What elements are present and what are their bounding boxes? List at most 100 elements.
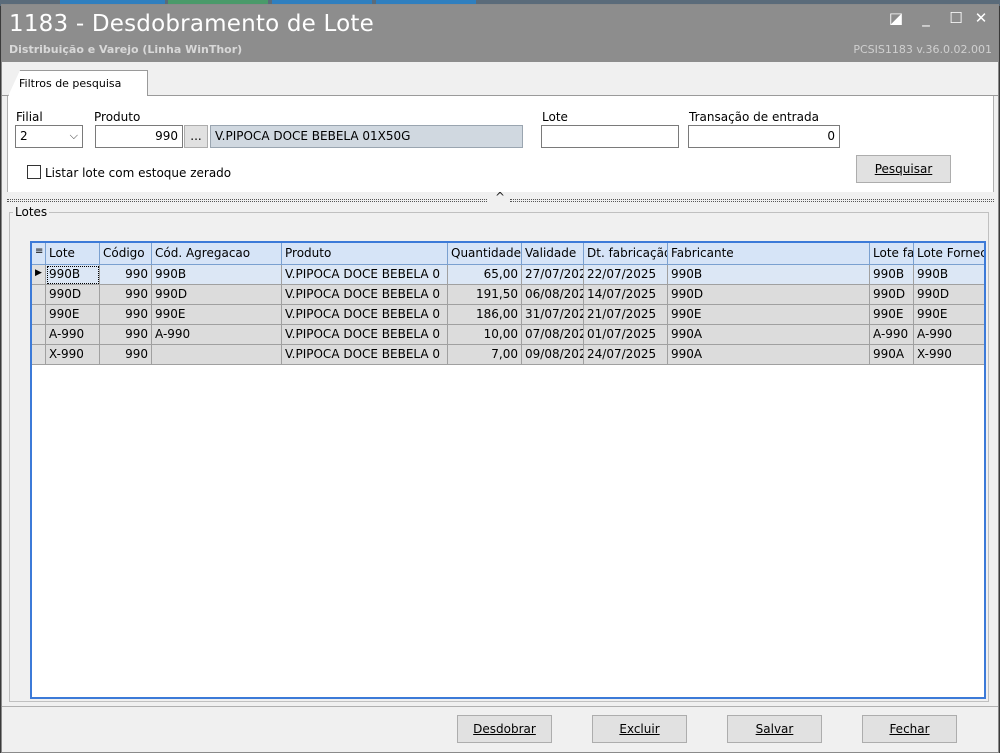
cell-codigo[interactable]: 990	[100, 305, 152, 325]
footer-bar: Desdobrar Excluir Salvar Fechar	[2, 706, 998, 752]
produto-label: Produto	[94, 110, 141, 124]
window-subtitle: Distribuição e Varejo (Linha WinThor)	[9, 43, 243, 56]
cell-codigo[interactable]: 990	[100, 325, 152, 345]
cell-dt-fabricacao[interactable]: 14/07/2025	[584, 285, 668, 305]
cell-lote-fabricante[interactable]: 990E	[870, 305, 914, 325]
cell-cod-agregacao[interactable]: 990D	[152, 285, 282, 305]
column-header-codigo[interactable]: Código	[100, 243, 152, 265]
cell-lote-fabricante[interactable]: 990D	[870, 285, 914, 305]
cell-produto[interactable]: V.PIPOCA DOCE BEBELA 0	[282, 265, 448, 285]
cell-fabricante[interactable]: 990D	[668, 285, 870, 305]
column-header-lote-fornecedor[interactable]: Lote Fornecedor	[914, 243, 984, 265]
cell-cod-agregacao[interactable]	[152, 345, 282, 365]
fechar-button[interactable]: Fechar	[862, 715, 957, 743]
cell-lote[interactable]: 990E	[46, 305, 100, 325]
column-header-lote[interactable]: Lote	[46, 243, 100, 265]
current-row-indicator-icon: ▶	[32, 265, 46, 285]
version-label: PCSIS1183 v.36.0.02.001	[853, 43, 992, 56]
title-bar: 1183 - Desdobramento de Lote Distribuiçã…	[2, 5, 998, 62]
cell-lote-fornecedor[interactable]: 990E	[914, 305, 984, 325]
produto-browse-button[interactable]: ...	[184, 125, 208, 148]
cell-lote[interactable]: X-990	[46, 345, 100, 365]
restore-icon[interactable]: ◪	[885, 9, 907, 27]
cell-lote[interactable]: A-990	[46, 325, 100, 345]
cell-lote-fabricante[interactable]: A-990	[870, 325, 914, 345]
pesquisar-button[interactable]: Pesquisar	[856, 155, 951, 183]
cell-codigo[interactable]: 990	[100, 345, 152, 365]
close-icon[interactable]: ✕	[970, 9, 992, 27]
cell-lote-fabricante[interactable]: 990B	[870, 265, 914, 285]
window-title: 1183 - Desdobramento de Lote	[9, 11, 374, 37]
column-header-cod-agregacao[interactable]: Cód. Agregacao	[152, 243, 282, 265]
cell-lote-fornecedor[interactable]: A-990	[914, 325, 984, 345]
cell-codigo[interactable]: 990	[100, 285, 152, 305]
lote-label: Lote	[542, 110, 568, 124]
cell-validade[interactable]: 27/07/2025	[522, 265, 584, 285]
cell-fabricante[interactable]: 990A	[668, 345, 870, 365]
tab-filtros-de-pesquisa[interactable]: Filtros de pesquisa	[8, 70, 148, 97]
cell-quantidade[interactable]: 191,50	[448, 285, 522, 305]
column-header-quantidade[interactable]: Quantidade	[448, 243, 522, 265]
cell-produto[interactable]: V.PIPOCA DOCE BEBELA 0	[282, 325, 448, 345]
cell-lote-fornecedor[interactable]: 990D	[914, 285, 984, 305]
cell-quantidade[interactable]: 65,00	[448, 265, 522, 285]
filial-value: 2	[20, 129, 28, 143]
filial-select[interactable]: 2 ⌵	[15, 125, 83, 148]
lotes-group-label: Lotes	[13, 205, 50, 219]
cell-validade[interactable]: 31/07/2025	[522, 305, 584, 325]
cell-validade[interactable]: 07/08/2025	[522, 325, 584, 345]
cell-fabricante[interactable]: 990B	[668, 265, 870, 285]
cell-dt-fabricacao[interactable]: 01/07/2025	[584, 325, 668, 345]
maximize-icon[interactable]: ☐	[945, 9, 967, 27]
filial-label: Filial	[16, 110, 43, 124]
cell-quantidade[interactable]: 186,00	[448, 305, 522, 325]
cell-lote[interactable]: 990B	[46, 265, 100, 285]
salvar-button[interactable]: Salvar	[727, 715, 822, 743]
lote-input[interactable]	[541, 125, 679, 148]
column-header-lote-fabricante[interactable]: Lote fabricante	[870, 243, 914, 265]
cell-validade[interactable]: 06/08/2025	[522, 285, 584, 305]
desdobrar-label: Desdobrar	[473, 722, 536, 736]
excluir-button[interactable]: Excluir	[592, 715, 687, 743]
cell-dt-fabricacao[interactable]: 21/07/2025	[584, 305, 668, 325]
cell-lote-fabricante[interactable]: 990A	[870, 345, 914, 365]
cell-produto[interactable]: V.PIPOCA DOCE BEBELA 0	[282, 285, 448, 305]
column-header-produto[interactable]: Produto	[282, 243, 448, 265]
pesquisar-label: Pesquisar	[874, 162, 933, 176]
desdobrar-button[interactable]: Desdobrar	[457, 715, 552, 743]
estoque-zerado-checkbox[interactable]	[27, 165, 41, 179]
produto-description-field: V.PIPOCA DOCE BEBELA 01X50G	[210, 125, 523, 148]
row-indicator	[32, 345, 46, 365]
cell-codigo[interactable]: 990	[100, 265, 152, 285]
row-indicator	[32, 305, 46, 325]
chevron-up-icon[interactable]: ^	[495, 190, 505, 204]
cell-quantidade[interactable]: 10,00	[448, 325, 522, 345]
cell-cod-agregacao[interactable]: 990E	[152, 305, 282, 325]
cell-lote[interactable]: 990D	[46, 285, 100, 305]
cell-dt-fabricacao[interactable]: 24/07/2025	[584, 345, 668, 365]
cell-quantidade[interactable]: 7,00	[448, 345, 522, 365]
cell-produto[interactable]: V.PIPOCA DOCE BEBELA 0	[282, 305, 448, 325]
cell-fabricante[interactable]: 990E	[668, 305, 870, 325]
cell-cod-agregacao[interactable]: A-990	[152, 325, 282, 345]
cell-cod-agregacao[interactable]: 990B	[152, 265, 282, 285]
cell-dt-fabricacao[interactable]: 22/07/2025	[584, 265, 668, 285]
cell-lote-fornecedor[interactable]: X-990	[914, 345, 984, 365]
splitter[interactable]: ^	[7, 190, 994, 204]
transacao-input[interactable]: 0	[688, 125, 840, 148]
main-window: 1183 - Desdobramento de Lote Distribuiçã…	[1, 4, 999, 753]
column-header-fabricante[interactable]: Fabricante	[668, 243, 870, 265]
column-header-validade[interactable]: Validade	[522, 243, 584, 265]
produto-code-input[interactable]: 990	[95, 125, 183, 148]
fechar-label: Fechar	[889, 722, 930, 736]
cell-lote-fornecedor[interactable]: 990B	[914, 265, 984, 285]
cell-fabricante[interactable]: 990A	[668, 325, 870, 345]
minimize-icon[interactable]: _	[915, 9, 937, 27]
estoque-zerado-label: Listar lote com estoque zerado	[45, 166, 232, 180]
tab-bar: Filtros de pesquisa	[2, 62, 998, 97]
cell-validade[interactable]: 09/08/2025	[522, 345, 584, 365]
column-chooser-icon[interactable]: ≡	[32, 243, 46, 265]
column-header-dt-fabricacao[interactable]: Dt. fabricação	[584, 243, 668, 265]
cell-produto[interactable]: V.PIPOCA DOCE BEBELA 0	[282, 345, 448, 365]
lotes-grid[interactable]: ≡ Lote Código Cód. Agregacao Produto Qua…	[30, 241, 986, 699]
